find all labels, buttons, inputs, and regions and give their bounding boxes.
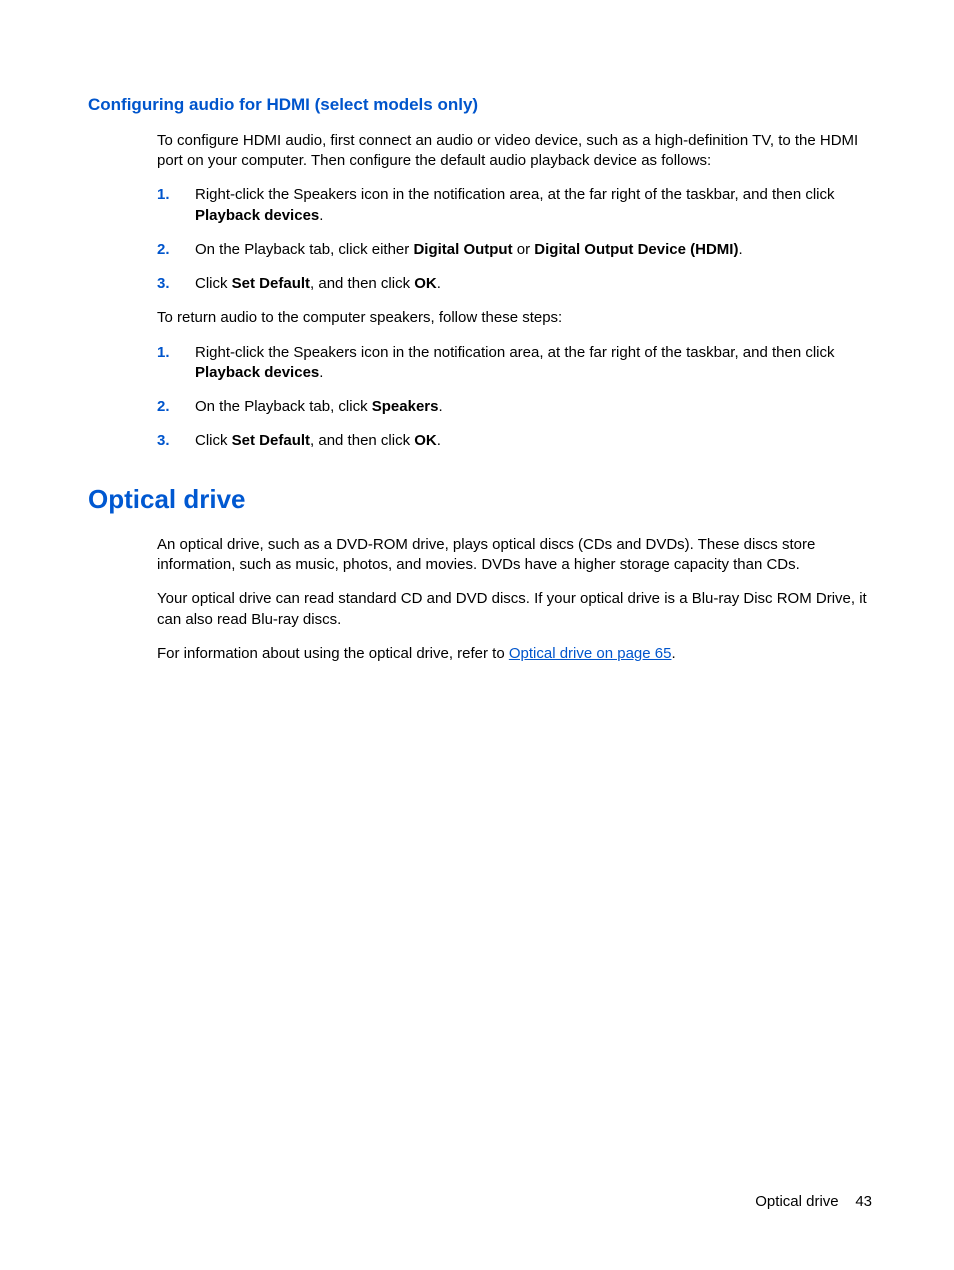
step-text: Click Set Default, and then click OK. bbox=[195, 431, 872, 451]
step-number: 1. bbox=[157, 343, 195, 363]
link-optical-drive-page-65[interactable]: Optical drive on page 65 bbox=[509, 645, 672, 662]
section-optical-drive: An optical drive, such as a DVD-ROM driv… bbox=[157, 535, 872, 664]
subheading-configuring-audio: Configuring audio for HDMI (select model… bbox=[88, 94, 872, 117]
optical-paragraph-1: An optical drive, such as a DVD-ROM driv… bbox=[157, 535, 872, 576]
step-number: 3. bbox=[157, 274, 195, 294]
page-content: Configuring audio for HDMI (select model… bbox=[88, 94, 872, 1200]
steps-configure: 1. Right-click the Speakers icon in the … bbox=[157, 185, 872, 294]
step-item: 1. Right-click the Speakers icon in the … bbox=[157, 185, 872, 226]
step-text: Right-click the Speakers icon in the not… bbox=[195, 343, 872, 384]
step-item: 1. Right-click the Speakers icon in the … bbox=[157, 343, 872, 384]
heading-optical-drive: Optical drive bbox=[88, 482, 872, 517]
step-text: On the Playback tab, click either Digita… bbox=[195, 240, 872, 260]
optical-paragraph-3: For information about using the optical … bbox=[157, 644, 872, 664]
page-footer: Optical drive 43 bbox=[755, 1192, 872, 1212]
step-number: 2. bbox=[157, 397, 195, 417]
intro-paragraph: To configure HDMI audio, first connect a… bbox=[157, 131, 872, 172]
step-item: 2. On the Playback tab, click either Dig… bbox=[157, 240, 872, 260]
step-text: On the Playback tab, click Speakers. bbox=[195, 397, 872, 417]
footer-section-label: Optical drive bbox=[755, 1193, 838, 1210]
return-intro: To return audio to the computer speakers… bbox=[157, 308, 872, 328]
steps-return: 1. Right-click the Speakers icon in the … bbox=[157, 343, 872, 452]
step-text: Click Set Default, and then click OK. bbox=[195, 274, 872, 294]
step-text: Right-click the Speakers icon in the not… bbox=[195, 185, 872, 226]
footer-page-number: 43 bbox=[855, 1193, 872, 1210]
step-item: 3. Click Set Default, and then click OK. bbox=[157, 274, 872, 294]
step-number: 3. bbox=[157, 431, 195, 451]
section-configuring-audio: To configure HDMI audio, first connect a… bbox=[157, 131, 872, 452]
step-number: 1. bbox=[157, 185, 195, 205]
step-item: 2. On the Playback tab, click Speakers. bbox=[157, 397, 872, 417]
optical-paragraph-2: Your optical drive can read standard CD … bbox=[157, 589, 872, 630]
step-item: 3. Click Set Default, and then click OK. bbox=[157, 431, 872, 451]
step-number: 2. bbox=[157, 240, 195, 260]
